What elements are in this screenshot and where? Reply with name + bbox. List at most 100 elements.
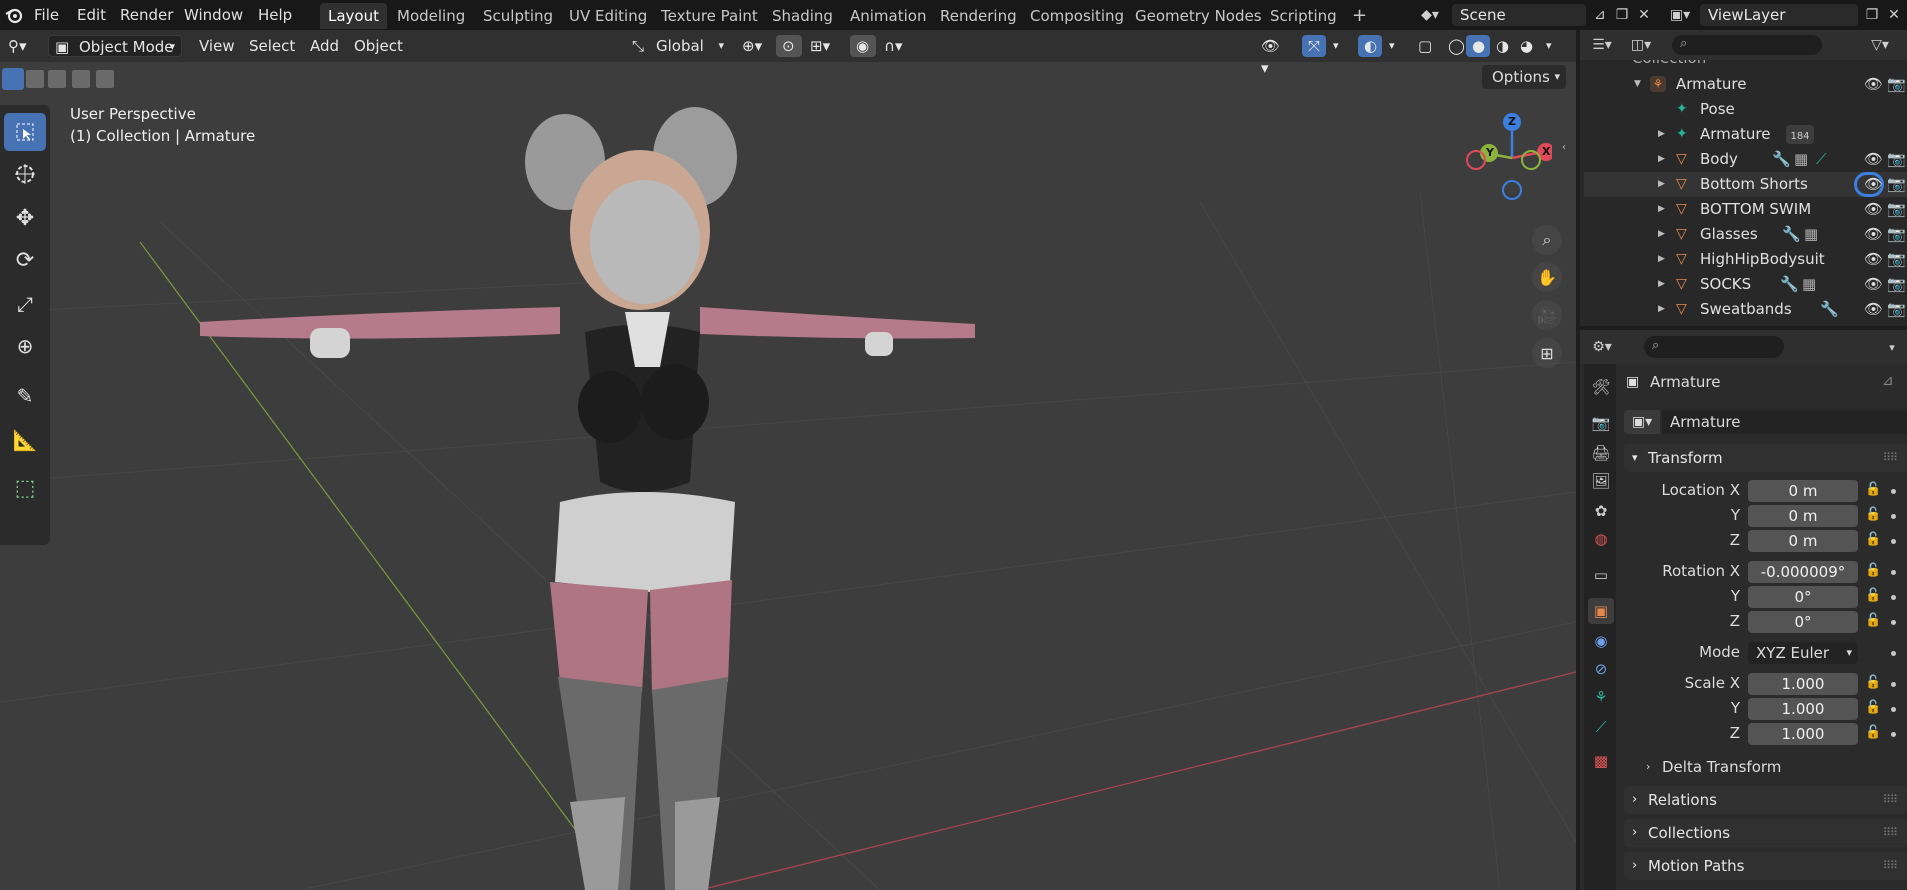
camera-icon[interactable]: 📷 — [1887, 222, 1906, 247]
physics-tab-icon[interactable]: ◉ — [1588, 628, 1614, 654]
pan-hand-icon[interactable]: ✋ — [1532, 262, 1562, 292]
wireframe-shading-icon[interactable]: ◯ — [1442, 35, 1466, 57]
delete-scene-icon[interactable]: ✕ — [1632, 4, 1656, 26]
new-scene-icon[interactable]: ❐ — [1610, 4, 1634, 26]
gizmo-toggle-icon[interactable]: ⤧ — [1302, 35, 1326, 57]
bone-tab-icon[interactable]: ⟋ — [1588, 714, 1614, 740]
outliner-row-glasses[interactable]: ▶ ▽ Glasses 🔧 ▦ 👁 📷 — [1584, 222, 1907, 247]
camera-icon[interactable]: 📷 — [1887, 147, 1906, 172]
lock-icon[interactable]: 🔓 — [1865, 725, 1881, 740]
menu-add[interactable]: Add — [304, 35, 345, 57]
keyframe-dot[interactable] — [1891, 595, 1896, 600]
viewport-scene[interactable] — [0, 62, 1576, 890]
expand-triangle-icon[interactable]: ▶ — [1658, 197, 1665, 222]
menu-help[interactable]: Help — [258, 4, 292, 26]
keyframe-dot[interactable] — [1891, 651, 1896, 656]
view-layer-field[interactable]: ViewLayer — [1700, 4, 1858, 26]
scene-tab-icon[interactable]: ✿ — [1588, 498, 1614, 524]
move-tool-icon[interactable]: ✥ — [4, 199, 46, 237]
properties-type-icon[interactable]: ⚙▾ — [1584, 336, 1620, 358]
menu-file[interactable]: File — [34, 4, 59, 26]
scale-x-field[interactable]: 1.000 — [1748, 673, 1858, 695]
lock-icon[interactable]: 🔓 — [1865, 532, 1881, 547]
chevron-down-icon[interactable]: ▾ — [1882, 336, 1902, 358]
solid-shading-icon[interactable]: ● — [1466, 35, 1490, 57]
expand-triangle-icon[interactable]: ▶ — [1658, 272, 1665, 297]
drag-handle-icon[interactable]: ⠿⠿ — [1883, 852, 1898, 880]
outliner-row-armature-data[interactable]: ▶ ✦ Armature 184 — [1584, 122, 1907, 147]
mode-dropdown[interactable]: ▣ Object Mode ▾ — [48, 35, 182, 57]
eye-icon[interactable]: 👁 — [1864, 222, 1883, 247]
select-new-icon[interactable] — [2, 68, 24, 90]
visibility-icon[interactable]: 👁▾ — [1255, 35, 1293, 77]
tab-geometry-nodes[interactable]: Geometry Nodes — [1127, 3, 1270, 29]
transform-panel-header[interactable]: ▾ Transform ⠿⠿ — [1624, 444, 1907, 472]
menu-object[interactable]: Object — [348, 35, 409, 57]
select-intersect-icon[interactable] — [96, 70, 114, 88]
object-tab-icon[interactable]: ▣ — [1588, 598, 1614, 624]
world-tab-icon[interactable]: ◍ — [1588, 526, 1614, 552]
tab-scripting[interactable]: Scripting — [1262, 3, 1345, 29]
camera-icon[interactable]: 📷 — [1887, 297, 1906, 322]
drag-handle-icon[interactable]: ⠿⠿ — [1883, 786, 1898, 814]
camera-view-icon[interactable]: 🎥 — [1532, 300, 1562, 330]
keyframe-dot[interactable] — [1891, 514, 1896, 519]
output-tab-icon[interactable]: 🖨 — [1588, 440, 1614, 466]
delete-view-layer-icon[interactable]: ✕ — [1882, 4, 1906, 26]
xray-toggle-icon[interactable]: ▢ — [1412, 35, 1436, 57]
relations-panel-header[interactable]: › Relations ⠿⠿ — [1624, 786, 1907, 814]
cursor-tool-icon[interactable] — [4, 155, 46, 193]
motion-paths-panel-header[interactable]: › Motion Paths ⠿⠿ — [1624, 852, 1907, 880]
view-layer-selector-icon[interactable]: ▣▾ — [1664, 4, 1696, 26]
add-cube-tool-icon[interactable]: ⬚ — [4, 469, 46, 507]
scene-selector-icon[interactable]: ◆▾ — [1418, 4, 1442, 26]
scene-name-field[interactable]: Scene — [1452, 4, 1586, 26]
eye-icon[interactable]: 👁 — [1864, 197, 1883, 222]
keyframe-dot[interactable] — [1891, 682, 1896, 687]
measure-tool-icon[interactable]: 📐 — [4, 421, 46, 459]
expand-triangle-icon[interactable]: ▼ — [1634, 72, 1641, 97]
tool-tab-icon[interactable]: 🛠 — [1588, 374, 1614, 400]
eye-icon[interactable]: 👁 — [1864, 72, 1883, 97]
select-invert-icon[interactable] — [72, 70, 90, 88]
lock-icon[interactable]: 🔓 — [1865, 700, 1881, 715]
expand-triangle-icon[interactable]: ▶ — [1658, 222, 1665, 247]
camera-icon[interactable]: 📷 — [1887, 172, 1906, 197]
tab-compositing[interactable]: Compositing — [1022, 3, 1132, 29]
options-dropdown[interactable]: Options ▾ — [1482, 65, 1566, 89]
rotation-mode-dropdown[interactable]: XYZ Euler ▾ — [1748, 642, 1858, 664]
datablock-browse-icon[interactable]: ▣▾ — [1624, 410, 1660, 434]
add-workspace-button[interactable]: + — [1344, 3, 1375, 29]
datablock-name-field[interactable]: Armature — [1662, 410, 1907, 434]
rotate-tool-icon[interactable]: ⟳ — [4, 241, 46, 279]
transform-tool-icon[interactable]: ⊕ — [4, 327, 46, 365]
eye-icon[interactable]: 👁 — [1864, 172, 1883, 197]
rotation-z-field[interactable]: 0° — [1748, 611, 1858, 633]
keyframe-dot[interactable] — [1891, 707, 1896, 712]
3d-viewport[interactable]: ⚲▾ ▣ Object Mode ▾ View Select Add Objec… — [0, 30, 1576, 890]
constraints-tab-icon[interactable]: ⊘ — [1588, 656, 1614, 682]
location-y-field[interactable]: 0 m — [1748, 505, 1858, 527]
outliner-row-socks[interactable]: ▶ ▽ SOCKS 🔧 ▦ 👁 📷 — [1584, 272, 1907, 297]
keyframe-dot[interactable] — [1891, 570, 1896, 575]
tab-uv-editing[interactable]: UV Editing — [561, 3, 655, 29]
rotation-x-field[interactable]: -0.000009° — [1748, 561, 1858, 583]
outliner-row-armature[interactable]: ▼ ⚘ Armature 👁 📷 — [1584, 72, 1907, 97]
chevron-down-icon[interactable]: ▾ — [1383, 35, 1401, 57]
outliner-type-icon[interactable]: ☰▾ — [1584, 34, 1620, 56]
filter-icon[interactable]: ▽▾ — [1862, 34, 1898, 56]
eye-icon[interactable]: 👁 — [1864, 247, 1883, 272]
eye-icon[interactable]: 👁 — [1864, 272, 1883, 297]
tab-layout[interactable]: Layout — [320, 3, 387, 29]
perspective-toggle-icon[interactable]: ⊞ — [1532, 338, 1562, 368]
camera-icon[interactable]: 📷 — [1887, 272, 1906, 297]
menu-edit[interactable]: Edit — [77, 4, 106, 26]
blender-logo-icon[interactable] — [4, 5, 24, 25]
tab-sculpting[interactable]: Sculpting — [475, 3, 561, 29]
new-view-layer-icon[interactable]: ❐ — [1860, 4, 1884, 26]
overlay-toggle-icon[interactable]: ◐ — [1358, 35, 1382, 57]
sidebar-toggle-icon[interactable]: ‹ — [1562, 142, 1566, 153]
material-shading-icon[interactable]: ◑ — [1490, 35, 1514, 57]
expand-triangle-icon[interactable]: ▶ — [1658, 122, 1665, 147]
collection-tab-icon[interactable]: ▭ — [1588, 562, 1614, 588]
